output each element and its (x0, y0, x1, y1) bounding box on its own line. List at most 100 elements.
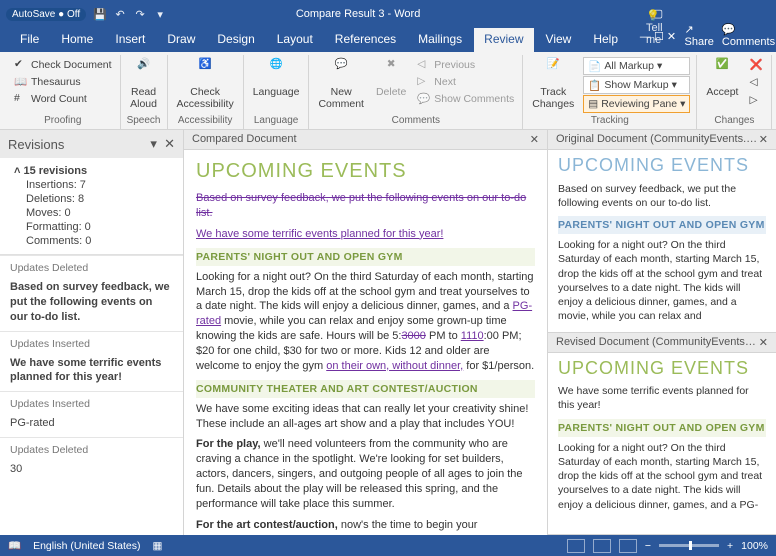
show-comments-button[interactable]: 💬Show Comments (415, 91, 516, 107)
tab-insert[interactable]: Insert (105, 28, 155, 52)
heading-upcoming: UPCOMING EVENTS (196, 158, 535, 185)
revisions-close-icon[interactable]: ✕ (164, 136, 175, 151)
tab-draw[interactable]: Draw (157, 28, 205, 52)
read-aloud-button[interactable]: 🔊Read Aloud (127, 57, 161, 112)
revisions-pane-title: Revisions (8, 137, 64, 152)
paragraph: For the art contest/auction, now's the t… (196, 518, 535, 535)
undo-icon[interactable]: ↶ (112, 6, 128, 22)
tab-file[interactable]: File (10, 28, 49, 52)
print-layout-icon[interactable] (593, 539, 611, 553)
revisions-dropdown-icon[interactable]: ▾ (150, 136, 157, 151)
show-markup-dropdown[interactable]: 📋 Show Markup ▾ (583, 76, 690, 94)
compared-document-body[interactable]: UPCOMING EVENTS Based on survey feedback… (184, 150, 547, 535)
group-tracking: 📝Track Changes 📄 All Markup ▾ 📋 Show Mar… (523, 55, 697, 129)
tab-mailings[interactable]: Mailings (408, 28, 472, 52)
revision-item[interactable]: Updates Inserted We have some terrific e… (0, 331, 183, 392)
zoom-out-icon[interactable]: − (645, 540, 651, 552)
zoom-slider[interactable] (659, 544, 719, 547)
thesaurus-button[interactable]: 📖Thesaurus (12, 74, 114, 90)
save-icon[interactable]: 💾 (92, 6, 108, 22)
original-document-body[interactable]: UPCOMING EVENTS Based on survey feedback… (548, 150, 776, 332)
source-documents: Original Document (CommunityEvents.docx … (548, 130, 776, 535)
revised-document-pane: Revised Document (CommunityEvents_new.do… (548, 333, 776, 536)
zoom-level[interactable]: 100% (741, 540, 768, 552)
revisions-pane: Revisions ▾ ✕ ˄ 15 revisions Insertions:… (0, 130, 184, 535)
group-compare: 🔀Compare Compare (772, 55, 776, 129)
group-changes: ✅Accept ❌ ◁ ▷ Changes (697, 55, 772, 129)
revised-close-icon[interactable]: ✕ (759, 336, 768, 349)
reviewing-pane-dropdown[interactable]: ▤ Reviewing Pane ▾ (583, 95, 690, 113)
revision-item[interactable]: Updates Inserted PG-rated (0, 391, 183, 437)
group-accessibility: ♿Check Accessibility Accessibility (168, 55, 244, 129)
tab-help[interactable]: Help (583, 28, 628, 52)
window-title: Compare Result 3 - Word (168, 8, 548, 20)
language-button[interactable]: 🌐Language (250, 57, 303, 101)
group-label-speech: Speech (127, 115, 161, 127)
tab-design[interactable]: Design (207, 28, 264, 52)
paragraph: We have some exciting ideas that can rea… (196, 402, 535, 432)
subheading: PARENTS' NIGHT OUT AND OPEN GYM (558, 419, 766, 437)
qat-more-icon[interactable]: ▾ (152, 6, 168, 22)
word-count-button[interactable]: #Word Count (12, 91, 114, 107)
compared-close-icon[interactable]: ✕ (530, 133, 539, 146)
redo-icon[interactable]: ↷ (132, 6, 148, 22)
delete-comment-button[interactable]: ✖Delete (373, 57, 409, 101)
heading-upcoming: UPCOMING EVENTS (558, 156, 766, 176)
original-title: Original Document (CommunityEvents.docx … (556, 133, 759, 146)
new-comment-button[interactable]: 💬New Comment (315, 57, 367, 112)
tab-home[interactable]: Home (51, 28, 103, 52)
compared-title: Compared Document (192, 133, 297, 146)
inserted-line: We have some terrific events planned for… (196, 227, 535, 242)
web-layout-icon[interactable] (619, 539, 637, 553)
reject-button[interactable]: ❌ (747, 57, 765, 73)
original-close-icon[interactable]: ✕ (759, 133, 768, 146)
status-language[interactable]: English (United States) (33, 540, 140, 552)
main-workspace: Revisions ▾ ✕ ˄ 15 revisions Insertions:… (0, 130, 776, 535)
revisions-summary: ˄ 15 revisions Insertions: 7 Deletions: … (0, 158, 183, 255)
subheading: PARENTS' NIGHT OUT AND OPEN GYM (196, 248, 535, 266)
autosave-toggle[interactable]: AutoSave ● Off (6, 8, 86, 20)
group-speech: 🔊Read Aloud Speech (121, 55, 168, 129)
group-label-changes: Changes (703, 115, 765, 127)
check-document-button[interactable]: ✔Check Document (12, 57, 114, 73)
original-document-pane: Original Document (CommunityEvents.docx … (548, 130, 776, 333)
previous-comment-button[interactable]: ◁Previous (415, 57, 516, 73)
tell-me[interactable]: 💡 Tell me (636, 5, 673, 52)
subheading: COMMUNITY THEATER AND ART CONTEST/AUCTIO… (196, 380, 535, 398)
revision-item[interactable]: Updates Deleted 30 (0, 437, 183, 483)
group-label-language: Language (250, 115, 303, 127)
previous-change-button[interactable]: ◁ (747, 75, 765, 91)
display-for-review-dropdown[interactable]: 📄 All Markup ▾ (583, 57, 690, 75)
track-changes-button[interactable]: 📝Track Changes (529, 57, 577, 112)
tab-layout[interactable]: Layout (267, 28, 323, 52)
accept-button[interactable]: ✅Accept (703, 57, 741, 101)
paragraph: We have some terrific events planned for… (558, 384, 766, 412)
compared-document-pane: Compared Document ✕ UPCOMING EVENTS Base… (184, 130, 548, 535)
next-comment-button[interactable]: ▷Next (415, 74, 516, 90)
subheading: PARENTS' NIGHT OUT AND OPEN GYM (558, 216, 766, 234)
group-comments: 💬New Comment ✖Delete ◁Previous ▷Next 💬Sh… (309, 55, 523, 129)
paragraph: Looking for a night out? On the third Sa… (196, 270, 535, 374)
tab-references[interactable]: References (325, 28, 406, 52)
status-bar: 📖 English (United States) ▦ − + 100% (0, 535, 776, 556)
next-change-button[interactable]: ▷ (747, 93, 765, 109)
status-macro-icon[interactable]: ▦ (152, 540, 162, 552)
status-book-icon[interactable]: 📖 (8, 539, 21, 552)
paragraph: Looking for a night out? On the third Sa… (558, 441, 766, 512)
group-label-accessibility: Accessibility (174, 115, 237, 127)
check-accessibility-button[interactable]: ♿Check Accessibility (174, 57, 237, 112)
paragraph: For the play, we'll need volunteers from… (196, 437, 535, 511)
revision-item[interactable]: Updates Deleted Based on survey feedback… (0, 255, 183, 331)
revised-document-body[interactable]: UPCOMING EVENTS We have some terrific ev… (548, 353, 776, 535)
group-language: 🌐Language Language (244, 55, 310, 129)
read-mode-icon[interactable] (567, 539, 585, 553)
deleted-line: Based on survey feedback, we put the fol… (196, 191, 535, 221)
tab-review[interactable]: Review (474, 28, 533, 52)
zoom-in-icon[interactable]: + (727, 540, 733, 552)
share-button[interactable]: ↗ Share (685, 23, 714, 48)
comments-button[interactable]: 💬 Comments (722, 23, 775, 48)
group-label-tracking: Tracking (529, 115, 690, 127)
paragraph: Looking for a night out? On the third Sa… (558, 238, 766, 323)
group-proofing: ✔Check Document 📖Thesaurus #Word Count P… (6, 55, 121, 129)
tab-view[interactable]: View (536, 28, 582, 52)
